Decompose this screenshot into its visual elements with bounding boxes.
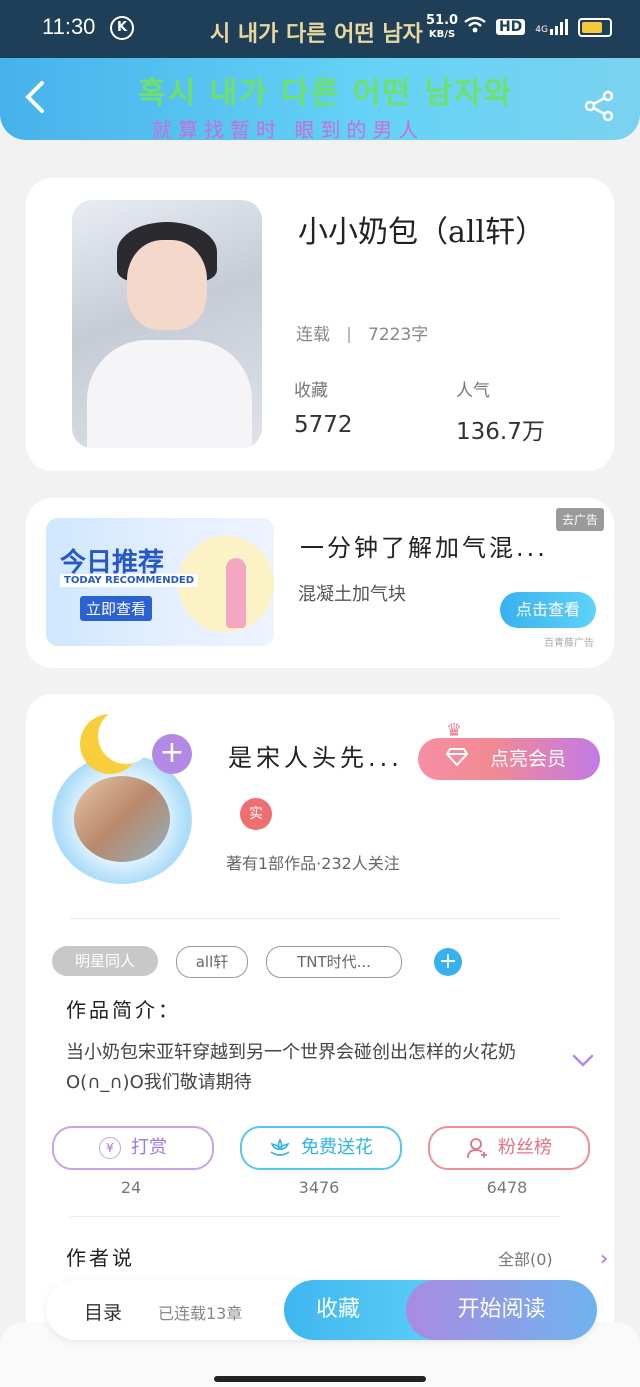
fan-ranking-button[interactable]: 粉丝榜 — [428, 1126, 590, 1170]
ad-source: 百青藤广告 — [544, 638, 594, 649]
start-reading-button[interactable]: 开始阅读 — [406, 1280, 597, 1340]
bottom-action-bar: 目录 已连载13章 收藏 开始阅读 — [46, 1280, 597, 1340]
remove-ad-button[interactable]: 去广告 — [555, 508, 604, 531]
tip-count: 24 — [120, 1178, 142, 1197]
word-count: 7223字 — [368, 325, 429, 345]
send-flower-button[interactable]: 免费送花 — [240, 1126, 402, 1170]
divider — [70, 1216, 560, 1217]
wifi-icon — [464, 16, 486, 38]
danmaku-banner-line2: 就算找暂时 眼到的男人 — [152, 118, 425, 142]
danmaku-banner-line1: 혹시 내가 다른 어떤 남자와 — [138, 76, 514, 111]
signal-icon: 4G — [535, 19, 568, 35]
book-info-card: 小小奶包（all轩） 连载 7223字 收藏 5772 人气 136.7万 — [26, 178, 614, 471]
popularity-label: 人气 — [456, 381, 490, 401]
tip-button[interactable]: ¥ 打赏 — [52, 1126, 214, 1170]
ad-image-subtitle: TODAY RECOMMENDED — [60, 574, 199, 587]
k-app-icon: K — [110, 16, 134, 40]
ad-subtitle: 混凝土加气块 — [298, 584, 406, 605]
network-speed: 51.0 KB/S — [426, 13, 459, 40]
author-avatar[interactable]: + — [36, 708, 216, 884]
author-name[interactable]: 是宋人头先... — [228, 738, 403, 773]
intro-text: 当小奶包宋亚轩穿越到另一个世界会碰创出怎样的火花奶O(∩_∩)O我们敬请期待 — [66, 1042, 516, 1093]
divider — [70, 918, 560, 919]
toc-button[interactable]: 目录 — [84, 1298, 122, 1325]
share-button[interactable] — [584, 90, 616, 122]
fan-count: 6478 — [486, 1178, 528, 1197]
intro-label: 作品简介： — [66, 998, 181, 1022]
popularity-value: 136.7万 — [456, 419, 545, 445]
verified-badge: 实 — [240, 798, 272, 830]
author-says-label: 作者说 — [66, 1246, 135, 1270]
ad-title: 一分钟了解加气混... — [300, 534, 548, 562]
status-icons: HD 4G — [464, 16, 612, 38]
favorites-label: 收藏 — [294, 381, 328, 401]
ad-view-button[interactable]: 点击查看 — [500, 592, 596, 628]
favorites-value: 5772 — [294, 412, 353, 438]
tag-star-fanfic[interactable]: 明星同人 — [52, 946, 158, 976]
chevron-down-icon[interactable] — [572, 1054, 594, 1068]
tag-tnt[interactable]: TNT时代... — [266, 946, 402, 978]
follow-author-button[interactable]: + — [152, 734, 192, 774]
battery-icon — [578, 17, 612, 37]
vip-button-label: 点亮会员 — [490, 748, 567, 770]
moon-icon — [80, 708, 154, 774]
book-title: 小小奶包（all轩） — [298, 215, 546, 250]
user-icon — [466, 1128, 488, 1168]
book-status: 连载 7223字 — [296, 320, 428, 345]
vip-button[interactable]: 点亮会员 — [418, 738, 600, 780]
chevron-left-icon — [25, 81, 44, 113]
back-button[interactable] — [24, 80, 46, 121]
author-says-all-link[interactable]: 全部(0) — [498, 1246, 553, 1270]
diamond-icon — [446, 748, 468, 766]
serial-info: 已连载13章 — [158, 1304, 243, 1323]
chevron-right-icon[interactable]: › — [600, 1246, 608, 1270]
book-cover-image[interactable] — [72, 200, 262, 448]
flower-count: 3476 — [298, 1178, 340, 1197]
add-tag-button[interactable]: + — [434, 948, 462, 976]
author-meta: 著有1部作品·232人关注 — [226, 854, 400, 873]
notification-ticker: 시 내가 다른 어떤 남자 — [210, 22, 423, 47]
clock: 11:30 — [42, 14, 96, 39]
serial-status: 连载 — [296, 325, 330, 345]
ad-image[interactable]: 今日推荐 TODAY RECOMMENDED 立即查看 — [46, 518, 274, 646]
home-indicator[interactable] — [214, 1376, 426, 1382]
yen-icon: ¥ — [99, 1137, 121, 1159]
ad-image-cta: 立即查看 — [80, 596, 153, 621]
author-detail-card: + 是宋人头先... ♛ 点亮会员 实 著有1部作品·232人关注 明星同人 a… — [26, 694, 614, 1344]
tag-all-xuan[interactable]: all轩 — [176, 946, 248, 978]
ad-card[interactable]: 今日推荐 TODAY RECOMMENDED 立即查看 去广告 一分钟了解加气混… — [26, 498, 614, 668]
hd-icon: HD — [495, 19, 526, 35]
status-bar: 11:30 K 시 내가 다른 어떤 남자 51.0 KB/S HD 4G — [0, 0, 640, 58]
share-icon — [584, 90, 614, 122]
flower-icon — [269, 1128, 291, 1168]
header-bar: 혹시 내가 다른 어떤 남자와 就算找暂时 眼到的男人 — [0, 58, 640, 142]
